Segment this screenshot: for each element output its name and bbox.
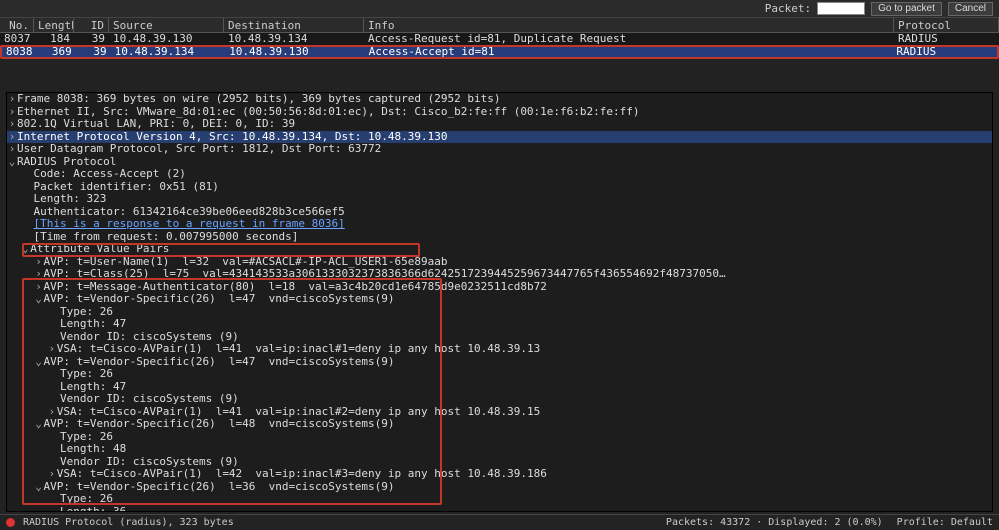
status-profile[interactable]: Profile: Default: [897, 517, 993, 528]
avp-user-name: AVP: t=User-Name(1) l=32 val=#ACSACL#-IP…: [44, 255, 448, 268]
packet-list-header: No. Length ID Source Destination Info Pr…: [0, 18, 999, 33]
expander-icon[interactable]: ›: [7, 118, 17, 131]
capture-status-icon: [6, 518, 15, 527]
radius-protocol-node: RADIUS Protocol: [17, 155, 116, 168]
col-no[interactable]: No.: [0, 18, 34, 32]
col-protocol[interactable]: Protocol: [894, 18, 999, 32]
request-frame-link[interactable]: [This is a response to a request in fram…: [34, 217, 345, 230]
col-source[interactable]: Source: [109, 18, 224, 32]
status-bar: RADIUS Protocol (radius), 323 bytes Pack…: [0, 514, 999, 530]
packet-row-selected[interactable]: 8038 369 39 10.48.39.134 10.48.39.130 Ac…: [0, 45, 999, 59]
expander-icon[interactable]: ›: [7, 93, 17, 106]
packet-list: 8037 184 39 10.48.39.130 10.48.39.134 Ac…: [0, 33, 999, 59]
col-destination[interactable]: Destination: [224, 18, 364, 32]
packet-label: Packet:: [765, 2, 811, 15]
expander-icon[interactable]: ›: [7, 143, 17, 156]
ip-header-line: Internet Protocol Version 4, Src: 10.48.…: [17, 130, 447, 143]
col-info[interactable]: Info: [364, 18, 894, 32]
packet-row[interactable]: 8037 184 39 10.48.39.130 10.48.39.134 Ac…: [0, 33, 999, 45]
packet-details-tree[interactable]: ›Frame 8038: 369 bytes on wire (2952 bit…: [6, 92, 993, 512]
status-packet-count: Packets: 43372 · Displayed: 2 (0.0%): [666, 517, 883, 528]
col-length[interactable]: Length: [34, 18, 74, 32]
packet-number-input[interactable]: [817, 2, 865, 15]
cancel-button[interactable]: Cancel: [948, 2, 993, 16]
col-id[interactable]: ID: [74, 18, 109, 32]
top-toolbar: Packet: Go to packet Cancel: [0, 0, 999, 18]
avp-header: Attribute Value Pairs: [30, 242, 169, 255]
goto-packet-button[interactable]: Go to packet: [871, 2, 942, 16]
status-selected-field: RADIUS Protocol (radius), 323 bytes: [23, 517, 234, 528]
